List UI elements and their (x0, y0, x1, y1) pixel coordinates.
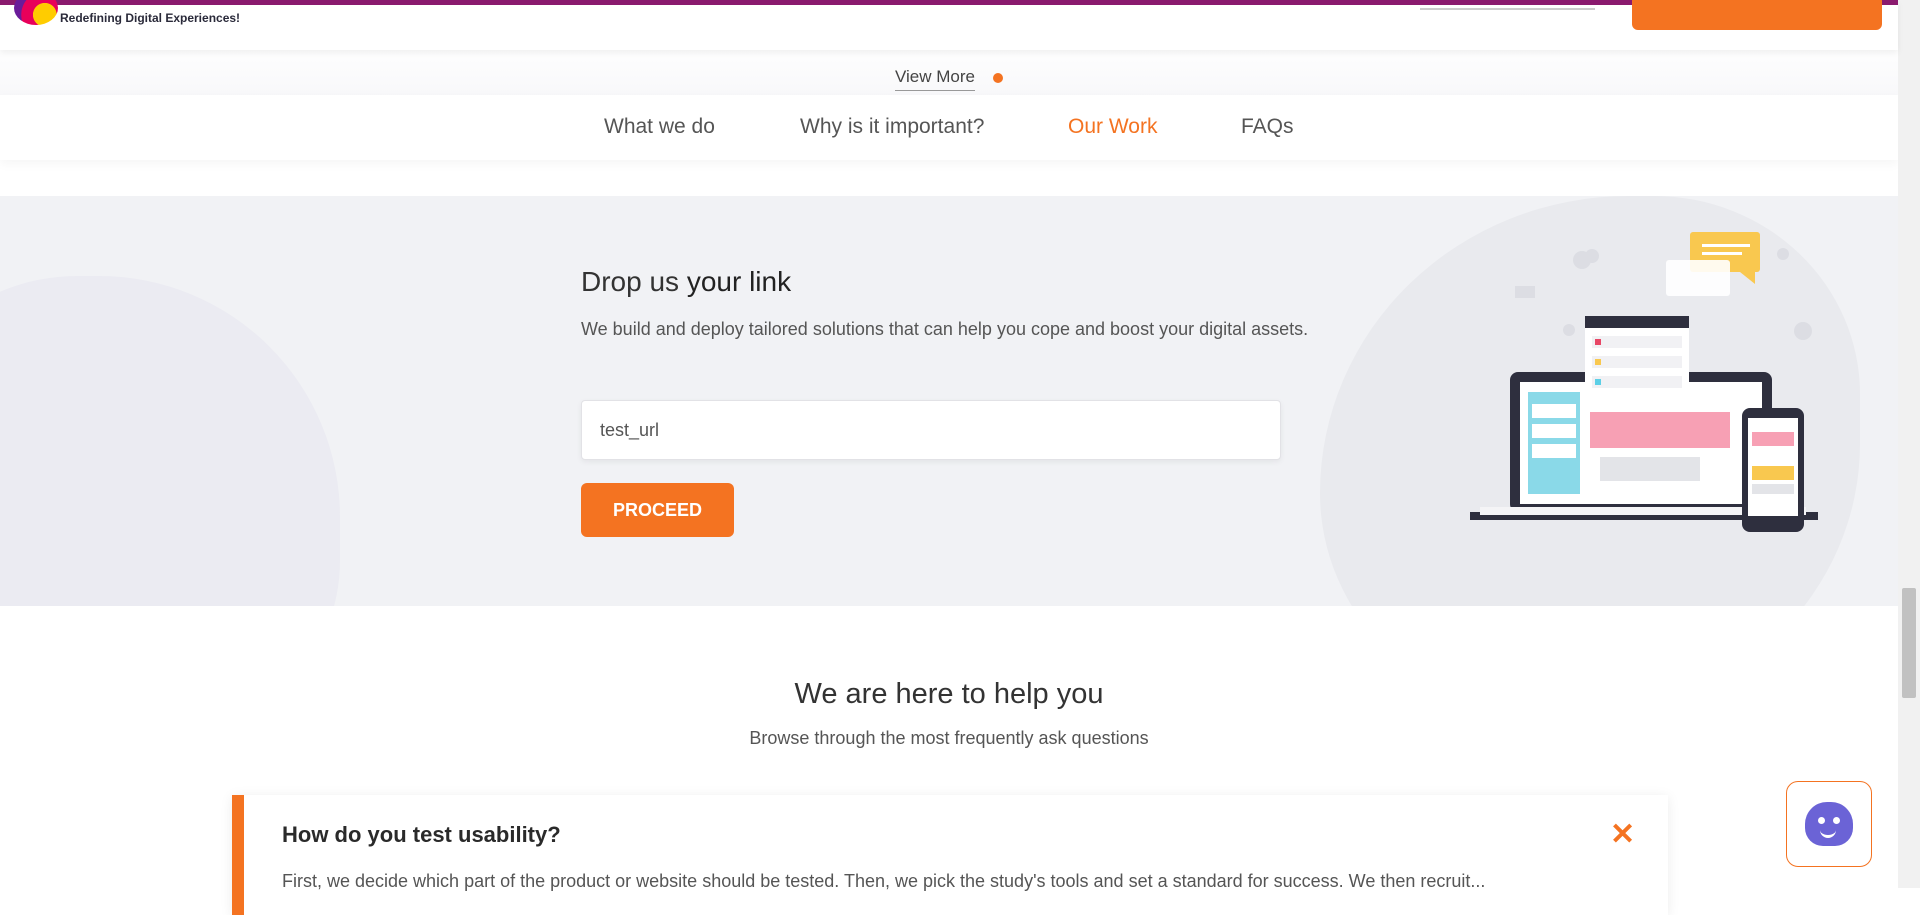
page-scrollbar[interactable] (1898, 0, 1920, 888)
link-submit-section: Drop us your link We build and deploy ta… (0, 196, 1898, 606)
proceed-button[interactable]: PROCEED (581, 483, 734, 537)
brand-tagline: Redefining Digital Experiences! (60, 11, 241, 25)
tab-why-important[interactable]: Why is it important? (800, 115, 984, 139)
faq-item[interactable]: How do you test usability? ✕ First, we d… (232, 795, 1668, 915)
url-input[interactable] (581, 400, 1281, 460)
help-section-subtitle: Browse through the most frequently ask q… (749, 728, 1149, 748)
section-tab-nav: What we do Why is it important? Our Work… (0, 95, 1898, 160)
faq-question[interactable]: How do you test usability? (282, 822, 561, 848)
chatbot-button[interactable] (1786, 781, 1872, 867)
tab-our-work[interactable]: Our Work (1068, 115, 1157, 139)
view-more-link[interactable]: View More (895, 67, 975, 91)
background-blob (0, 276, 340, 606)
view-more-dot (993, 73, 1003, 83)
header-cta-button[interactable] (1632, 0, 1882, 30)
faq-answer: First, we decide which part of the produ… (282, 871, 1486, 891)
close-icon[interactable]: ✕ (1610, 817, 1635, 852)
chatbot-icon (1805, 802, 1853, 846)
tab-faqs[interactable]: FAQs (1241, 115, 1294, 139)
laptop-and-phone-illustration (1470, 232, 1818, 532)
brand-logo[interactable] (14, 0, 58, 25)
view-more-row: View More (0, 45, 1898, 95)
header-link-underline (1420, 8, 1595, 10)
link-section-description: We build and deploy tailored solutions t… (581, 319, 1309, 339)
site-header: Redefining Digital Experiences! (0, 0, 1898, 50)
scrollbar-thumb[interactable] (1902, 588, 1916, 698)
tab-what-we-do[interactable]: What we do (604, 115, 715, 139)
link-section-title: Drop us your link (581, 266, 792, 297)
help-section-title: We are here to help you (794, 678, 1104, 710)
